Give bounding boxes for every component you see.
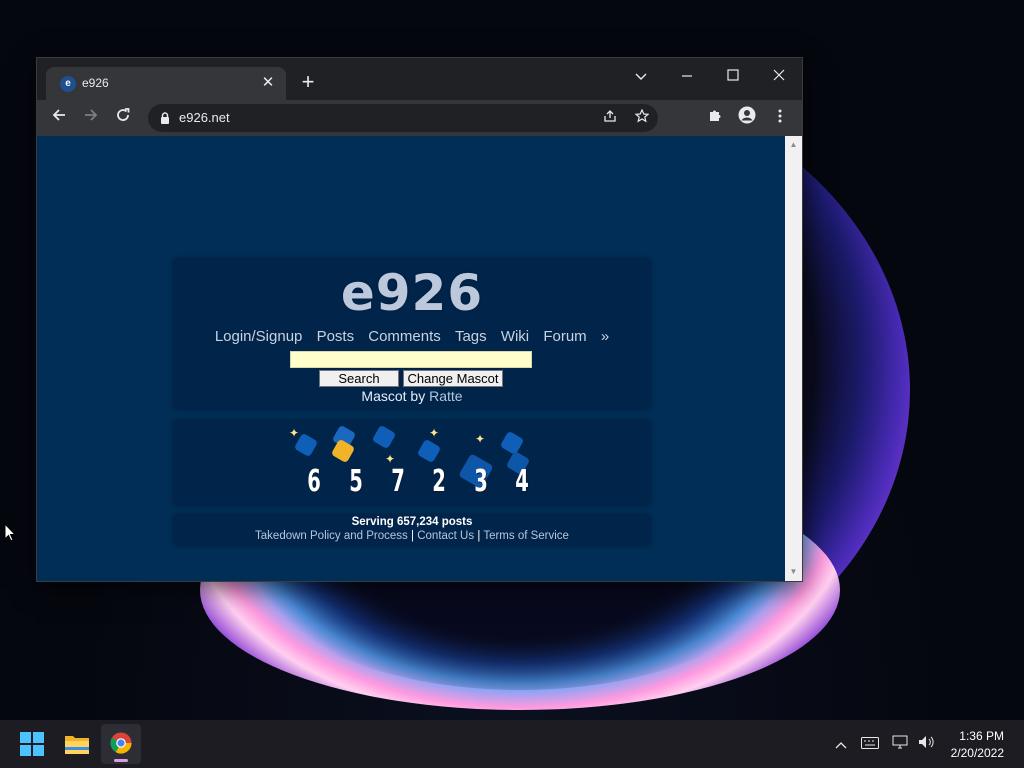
back-arrow-icon[interactable] (47, 106, 71, 130)
url-text[interactable]: e926.net (179, 110, 230, 125)
footer-links: Takedown Policy and Process | Contact Us… (173, 530, 651, 542)
maximize-button[interactable] (713, 62, 753, 90)
search-button[interactable]: Search (319, 370, 399, 387)
nav-posts[interactable]: Posts (317, 328, 355, 345)
counter-digit: 3 (474, 464, 488, 499)
counter-hex-decoration (371, 424, 397, 450)
chrome-icon (110, 732, 132, 754)
share-icon[interactable] (598, 106, 622, 130)
keyboard-icon[interactable] (859, 733, 881, 755)
page-scrollbar[interactable]: ▲ ▼ (785, 136, 802, 581)
sparkle-icon: ✦ (475, 432, 486, 446)
sparkle-icon: ✦ (429, 426, 440, 440)
chrome-taskbar-button[interactable] (101, 724, 141, 764)
contact-us-link[interactable]: Contact Us (417, 530, 474, 542)
search-panel: e926 Login/Signup Posts Comments Tags Wi… (173, 258, 651, 410)
browser-window: e e926 ✕ + e926.net e926 Login/Signup Po… (36, 57, 803, 582)
footer-separator: | (477, 530, 481, 542)
address-bar[interactable]: e926.net (148, 104, 658, 132)
mascot-artist-link[interactable]: Ratte (429, 388, 462, 404)
new-tab-button[interactable]: + (296, 71, 320, 95)
chevron-up-icon[interactable] (830, 733, 852, 755)
counter-digit: 7 (391, 464, 405, 499)
post-counter-panel: ✦ ✦ ✦ ✦ 6 5 7 2 3 4 (173, 420, 651, 506)
profile-icon[interactable] (735, 106, 759, 130)
clock-date[interactable]: 2/20/2022 (951, 746, 1004, 760)
site-logo-title: e926 (340, 264, 484, 322)
tab-strip: e e926 ✕ + (37, 58, 802, 100)
reload-icon[interactable] (111, 106, 135, 130)
nav-login-signup[interactable]: Login/Signup (215, 328, 303, 345)
file-explorer-icon (65, 736, 89, 754)
search-input[interactable] (290, 351, 532, 368)
takedown-policy-link[interactable]: Takedown Policy and Process (255, 530, 408, 542)
page-viewport: e926 Login/Signup Posts Comments Tags Wi… (37, 136, 785, 581)
counter-digit: 2 (432, 464, 446, 499)
site-favicon-icon: e (60, 76, 76, 92)
tab-e926[interactable]: e e926 ✕ (46, 67, 286, 100)
nav-forum[interactable]: Forum (543, 328, 586, 345)
mouse-cursor-icon (4, 522, 17, 547)
puzzle-icon[interactable] (703, 106, 727, 130)
nav-more[interactable]: » (601, 328, 609, 345)
serving-posts-count: Serving 657,234 posts (351, 516, 473, 528)
file-explorer-button[interactable] (57, 724, 97, 764)
counter-hex-decoration (416, 438, 442, 464)
counter-hex-decoration (499, 430, 525, 456)
terms-of-service-link[interactable]: Terms of Service (483, 530, 569, 542)
footer-panel: Serving 657,234 posts Takedown Policy an… (173, 514, 651, 546)
nav-wiki[interactable]: Wiki (501, 328, 529, 345)
nav-tags[interactable]: Tags (455, 328, 487, 345)
counter-digit: 5 (349, 464, 363, 499)
minimize-button[interactable] (667, 62, 707, 90)
close-tab-icon[interactable]: ✕ (258, 73, 278, 93)
lock-icon[interactable] (160, 111, 170, 124)
taskbar: 1:36 PM 2/20/2022 (0, 720, 1024, 768)
volume-icon[interactable] (916, 733, 938, 755)
start-button[interactable] (12, 724, 52, 764)
network-icon[interactable] (890, 733, 912, 755)
post-counter: ✦ ✦ ✦ ✦ 6 5 7 2 3 4 (173, 424, 651, 500)
mascot-credit-label: Mascot by (361, 388, 426, 404)
mascot-credit: Mascot by Ratte (173, 388, 651, 404)
scroll-down-icon[interactable]: ▼ (785, 565, 802, 579)
active-app-indicator (114, 759, 128, 762)
tab-search-chevron-icon[interactable] (621, 62, 661, 90)
footer-separator: | (411, 530, 415, 542)
counter-digit: 4 (515, 464, 529, 499)
close-window-button[interactable] (759, 62, 799, 90)
sparkle-icon: ✦ (289, 426, 300, 440)
change-mascot-button[interactable]: Change Mascot (403, 370, 503, 387)
start-icon (20, 732, 44, 756)
scroll-up-icon[interactable]: ▲ (785, 138, 802, 152)
clock-time[interactable]: 1:36 PM (959, 729, 1004, 743)
nav-comments[interactable]: Comments (368, 328, 441, 345)
forward-arrow-icon[interactable] (79, 106, 103, 130)
main-nav: Login/Signup Posts Comments Tags Wiki Fo… (173, 328, 651, 345)
counter-digit: 6 (307, 464, 321, 499)
kebab-menu-icon[interactable] (768, 106, 792, 130)
browser-toolbar: e926.net (37, 100, 802, 136)
tab-title: e926 (82, 76, 109, 90)
star-icon[interactable] (630, 106, 654, 130)
